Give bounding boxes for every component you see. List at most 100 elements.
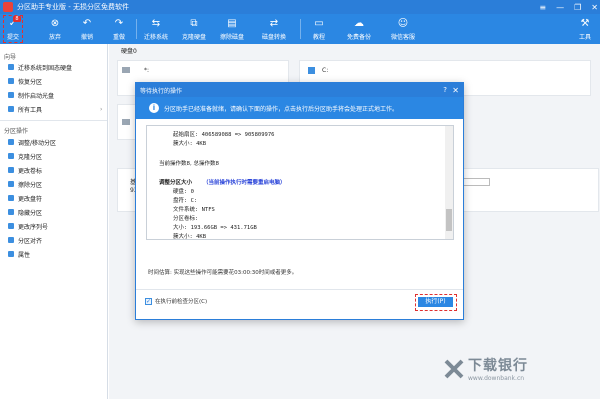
drive-letter-icon: [8, 195, 14, 201]
redo-button[interactable]: ↷ 重做: [108, 15, 130, 43]
check-partition-option[interactable]: ✓ 在执行前检查分区(C): [145, 297, 207, 305]
sidebar-item-drive-letter[interactable]: 更改盘符: [8, 193, 42, 203]
backup-icon: ☁: [354, 17, 364, 29]
operations-list[interactable]: 起始扇区: 406589088 => 905809976 簇大小: 4KB 当前…: [146, 125, 454, 240]
window-controls: ≡ — ❐ ✕: [539, 0, 598, 14]
pending-operations-dialog: 等待执行的操作 ? ✕ i 分区助手已经准备就绪，请确认下面的操作，点击执行后分…: [135, 82, 464, 320]
close-icon[interactable]: ✕: [591, 3, 598, 12]
op-line: 起始扇区: 406589088 => 905809976: [173, 132, 275, 138]
sidebar-item-clone[interactable]: 克隆分区: [8, 151, 42, 161]
serial-icon: [8, 223, 14, 229]
wizard-header: 向导: [4, 54, 17, 61]
sidebar: 向导 迁移系统到固态硬盘 恢复分区 制作启动光盘 所有工具 › 分区操作 调整/…: [0, 44, 108, 399]
help-icon[interactable]: ?: [443, 86, 447, 94]
wipe-icon: [8, 181, 14, 187]
op-restart-note: （当前操作执行时需要重启电脑）: [203, 180, 286, 186]
recover-icon: [8, 78, 14, 84]
resize-icon: [8, 139, 14, 145]
tools-icon: [8, 106, 14, 112]
menu-icon[interactable]: ≡: [539, 3, 546, 12]
wipe-disk-button[interactable]: ▤ 擦除磁盘: [218, 15, 246, 43]
partition-name: *:: [144, 67, 150, 74]
info-banner: i 分区助手已经准备就绪，请确认下面的操作，点击执行后分区助手将会处理正式地工作…: [136, 97, 463, 119]
drive-icon: [122, 67, 130, 73]
info-icon: i: [149, 103, 159, 113]
op-line: 文件系统: NTFS: [173, 207, 215, 213]
disk-convert-button[interactable]: ⇄ 磁盘转换: [260, 15, 288, 43]
migrate-icon: [8, 64, 14, 70]
op-line: 大小: 193.66GB => 431.71GB: [173, 225, 257, 231]
undo-button[interactable]: ↶ 撤销: [76, 15, 98, 43]
maximize-icon[interactable]: ❐: [574, 3, 581, 12]
sidebar-divider: [0, 120, 107, 121]
window-title: 分区助手专业版 - 无损分区免费软件: [17, 3, 129, 11]
info-text: 分区助手已经准备就绪，请确认下面的操作，点击执行后分区助手将会处理正式地工作。: [164, 105, 399, 113]
wechat-service-button[interactable]: ☺ 微信客服: [388, 15, 418, 43]
hide-icon: [8, 209, 14, 215]
free-backup-button[interactable]: ☁ 免费备份: [344, 15, 374, 43]
discard-button[interactable]: ⊗ 放弃: [44, 15, 66, 43]
sidebar-item-migrate[interactable]: 迁移系统到固态硬盘: [8, 62, 72, 72]
sidebar-item-wipe[interactable]: 擦除分区: [8, 179, 42, 189]
ops-scrollbar[interactable]: [445, 126, 453, 239]
migrate-system-button[interactable]: ⇆ 迁移系统: [142, 15, 170, 43]
main-toolbar: ✓ 提交 8 ⊗ 放弃 ↶ 撤销 ↷ 重做 ⇆ 迁移系统 ⧉ 克隆硬盘 ▤ 擦除…: [0, 14, 600, 44]
sidebar-item-properties[interactable]: 属性: [8, 249, 30, 259]
sidebar-item-align[interactable]: 分区对齐: [8, 235, 42, 245]
execute-highlight: 执行(P): [415, 294, 457, 311]
op-line: 硬盘: 0: [173, 189, 194, 195]
partition-ops-header: 分区操作: [4, 128, 29, 135]
sidebar-item-hide[interactable]: 隐藏分区: [8, 207, 42, 217]
app-logo-icon: [3, 2, 13, 12]
windows-icon: [308, 67, 315, 74]
bootdisk-icon: [8, 92, 14, 98]
chevron-right-icon: ›: [100, 105, 103, 113]
clone-icon: ⧉: [190, 17, 198, 29]
watermark: 下载银行 www.downbank.cn: [444, 355, 528, 382]
sidebar-item-bootdisk[interactable]: 制作启动光盘: [8, 90, 54, 100]
wipe-icon: ▤: [227, 17, 237, 29]
convert-icon: ⇄: [269, 17, 279, 29]
drive-icon: [122, 119, 130, 125]
disk-label: 硬盘0: [121, 48, 137, 55]
minimize-icon[interactable]: —: [556, 3, 564, 12]
toolbar-separator: [136, 19, 137, 39]
checkbox-checked-icon[interactable]: ✓: [145, 297, 152, 305]
sidebar-item-all-tools[interactable]: 所有工具 ›: [8, 104, 106, 114]
dialog-title-bar: 等待执行的操作 ? ✕: [136, 83, 463, 97]
book-icon: ▭: [314, 17, 324, 29]
tools-button[interactable]: ⚒ 工具: [576, 15, 594, 43]
label-icon: [8, 167, 14, 173]
sidebar-item-change-label[interactable]: 更改卷标: [8, 165, 42, 175]
watermark-logo-icon: [444, 359, 464, 378]
op-line: 簇大小: 4KB: [173, 234, 207, 240]
dialog-title: 等待执行的操作: [140, 87, 183, 95]
checkbox-label: 在执行前检查分区(C): [155, 299, 208, 305]
op-line: 分区卷标:: [173, 216, 199, 222]
partition-name: C:: [322, 67, 329, 74]
sidebar-item-serial[interactable]: 更改序列号: [8, 221, 48, 231]
op-count-line: 当前操作数8, 总操作数8: [159, 161, 219, 167]
execute-button[interactable]: 执行(P): [418, 297, 453, 307]
clone-icon: [8, 153, 14, 159]
scrollbar-thumb[interactable]: [446, 209, 452, 231]
tools-icon: ⚒: [580, 17, 590, 29]
tutorial-button[interactable]: ▭ 教程: [308, 15, 330, 43]
title-bar: 分区助手专业版 - 无损分区免费软件 ≡ — ❐ ✕: [0, 0, 600, 14]
redo-icon: ↷: [114, 17, 124, 29]
migrate-icon: ⇆: [151, 17, 161, 29]
sidebar-item-recover[interactable]: 恢复分区: [8, 76, 42, 86]
align-icon: [8, 237, 14, 243]
pending-count-badge: 8: [13, 16, 21, 22]
toolbar-separator: [300, 19, 301, 39]
wechat-icon: ☺: [397, 17, 409, 29]
properties-icon: [8, 251, 14, 257]
dialog-close-icon[interactable]: ✕: [452, 86, 459, 95]
dialog-divider: [136, 289, 463, 290]
discard-icon: ⊗: [50, 17, 60, 29]
sidebar-item-resize[interactable]: 调整/移动分区: [8, 137, 56, 147]
clone-disk-button[interactable]: ⧉ 克隆硬盘: [180, 15, 208, 43]
op-line: 簇大小: 4KB: [173, 141, 207, 147]
watermark-url: www.downbank.cn: [468, 375, 525, 382]
op-line: 盘符: C:: [173, 198, 198, 204]
